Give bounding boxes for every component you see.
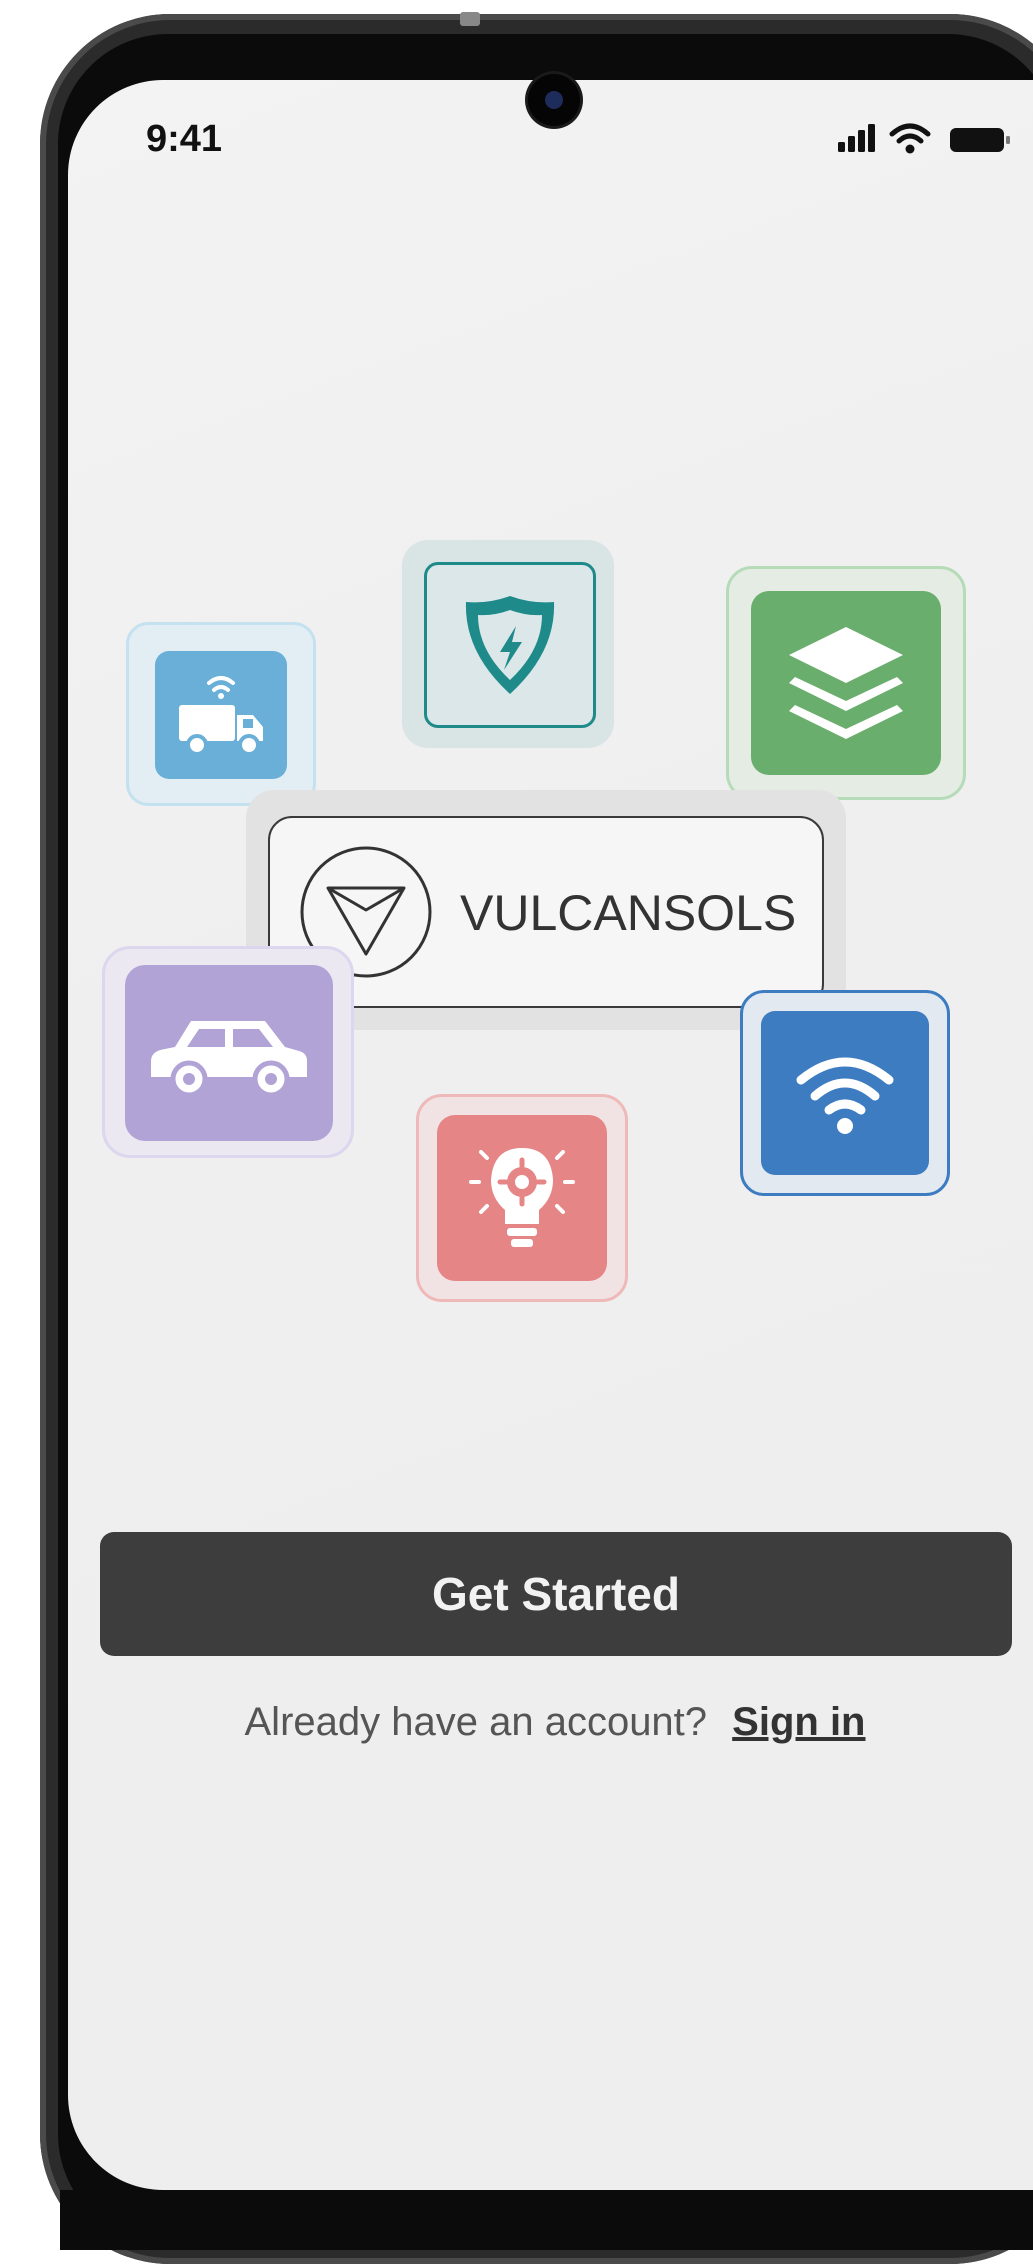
car-tile <box>102 946 354 1158</box>
smart-bulb-tile <box>416 1094 628 1302</box>
battery-icon <box>950 128 1010 152</box>
front-camera <box>528 74 580 126</box>
phone-bottom-bezel <box>60 2190 1033 2250</box>
wifi-tile <box>740 990 950 1196</box>
connected-truck-tile <box>126 622 316 806</box>
car-icon <box>151 1021 307 1098</box>
status-time: 9:41 <box>146 118 223 160</box>
speaker-grill <box>460 12 480 26</box>
account-prompt-text: Already have an account? <box>244 1700 708 1744</box>
layers-stack-icon <box>789 627 903 739</box>
layers-stack-tile <box>726 566 966 800</box>
get-started-button[interactable]: Get Started <box>100 1532 1012 1656</box>
security-shield-tile <box>402 540 614 748</box>
brand-name: VULCANSOLS <box>460 885 797 941</box>
connected-truck-icon <box>179 676 263 756</box>
sign-in-link[interactable]: Sign in <box>732 1700 865 1744</box>
smart-bulb-icon <box>469 1148 575 1247</box>
wifi-signal-icon <box>796 1057 894 1134</box>
cellular-signal-icon <box>838 124 875 152</box>
status-icons <box>838 120 1018 160</box>
security-shield-icon <box>465 596 555 694</box>
sign-in-prompt: Already have an account? Sign in <box>0 1700 1033 1745</box>
wifi-icon <box>889 123 931 154</box>
